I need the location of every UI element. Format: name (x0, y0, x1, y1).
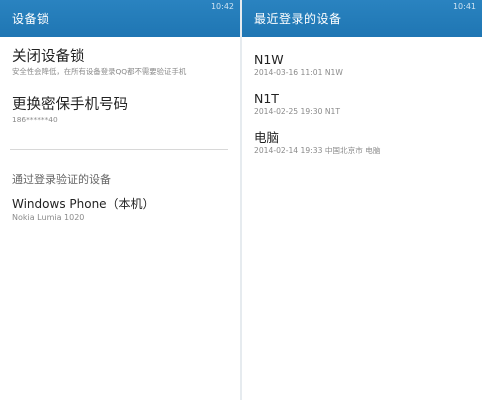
section-divider (10, 149, 228, 150)
recent-logins-screen: 最近登录的设备 10:41 N1W 2014-03-16 11:01 N1W N… (242, 0, 482, 400)
disable-device-lock-title: 关闭设备锁 (12, 49, 85, 65)
login-device-detail: 2014-03-16 11:01 N1W (254, 68, 343, 77)
list-item[interactable]: N1W 2014-03-16 11:01 N1W (254, 52, 474, 78)
device-lock-header: 设备锁 10:42 (0, 0, 240, 37)
login-device-detail: 2014-02-14 19:33 中国北京市 电脑 (254, 146, 381, 155)
login-device-name: N1T (254, 91, 279, 106)
change-security-phone-title: 更换密保手机号码 (12, 97, 128, 113)
verified-device-item[interactable]: Windows Phone（本机） Nokia Lumia 1020 (12, 197, 232, 223)
status-bar-time: 10:41 (452, 2, 476, 11)
disable-device-lock-description: 安全性会降低，在所有设备登录QQ都不需要验证手机 (12, 67, 187, 76)
login-device-name: 电脑 (254, 130, 280, 145)
device-lock-screen: 设备锁 10:42 关闭设备锁 安全性会降低，在所有设备登录QQ都不需要验证手机… (0, 0, 240, 400)
screenshot-stage: 设备锁 10:42 关闭设备锁 安全性会降低，在所有设备登录QQ都不需要验证手机… (0, 0, 482, 400)
verified-device-name: Windows Phone（本机） (12, 197, 155, 211)
login-device-name: N1W (254, 52, 284, 67)
recent-logins-header: 最近登录的设备 10:41 (242, 0, 482, 37)
device-lock-title: 设备锁 (12, 12, 50, 26)
recent-logins-title: 最近登录的设备 (254, 12, 342, 26)
change-security-phone-option[interactable]: 更换密保手机号码 186******40 (12, 96, 232, 125)
masked-phone-number: 186******40 (12, 115, 58, 124)
login-device-detail: 2014-02-25 19:30 N1T (254, 107, 340, 116)
status-bar-time: 10:42 (210, 2, 234, 11)
disable-device-lock-option[interactable]: 关闭设备锁 安全性会降低，在所有设备登录QQ都不需要验证手机 (12, 48, 232, 77)
verified-device-model: Nokia Lumia 1020 (12, 213, 85, 222)
list-item[interactable]: 电脑 2014-02-14 19:33 中国北京市 电脑 (254, 130, 474, 156)
list-item[interactable]: N1T 2014-02-25 19:30 N1T (254, 91, 474, 117)
verified-devices-heading: 通过登录验证的设备 (12, 173, 111, 186)
